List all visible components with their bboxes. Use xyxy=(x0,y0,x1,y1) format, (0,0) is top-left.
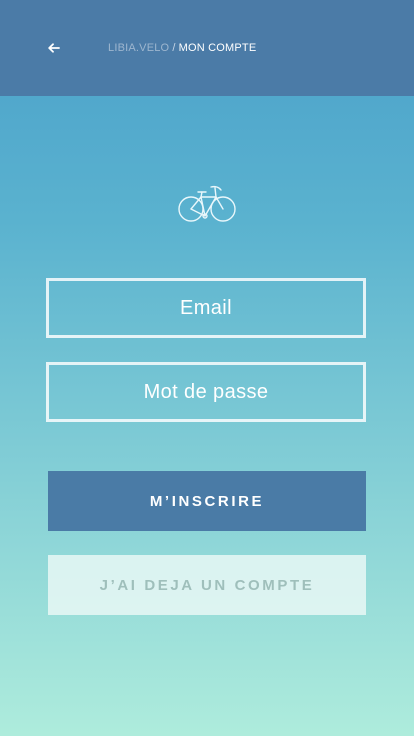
email-placeholder: Email xyxy=(179,296,232,319)
back-button[interactable] xyxy=(44,36,64,60)
arrow-left-icon xyxy=(48,43,60,53)
password-placeholder: Mot de passe xyxy=(143,380,269,403)
breadcrumb-separator: / xyxy=(172,42,176,54)
breadcrumb-current: MON COMPTE xyxy=(178,42,257,54)
signup-button-label: M’INSCRIRE xyxy=(149,492,265,510)
existing-account-button[interactable]: J’AI DEJA UN COMPTE xyxy=(48,555,366,615)
app-header: LIBIA.VELO / MON COMPTE xyxy=(0,0,414,96)
breadcrumb-parent-link[interactable]: LIBIA.VELO xyxy=(108,42,169,54)
breadcrumb: LIBIA.VELO / MON COMPTE xyxy=(108,40,256,56)
email-field[interactable]: Email xyxy=(46,278,366,338)
bicycle-icon xyxy=(177,183,239,225)
password-field[interactable]: Mot de passe xyxy=(46,362,366,422)
signup-button[interactable]: M’INSCRIRE xyxy=(48,471,366,531)
existing-account-button-label: J’AI DEJA UN COMPTE xyxy=(99,576,315,594)
